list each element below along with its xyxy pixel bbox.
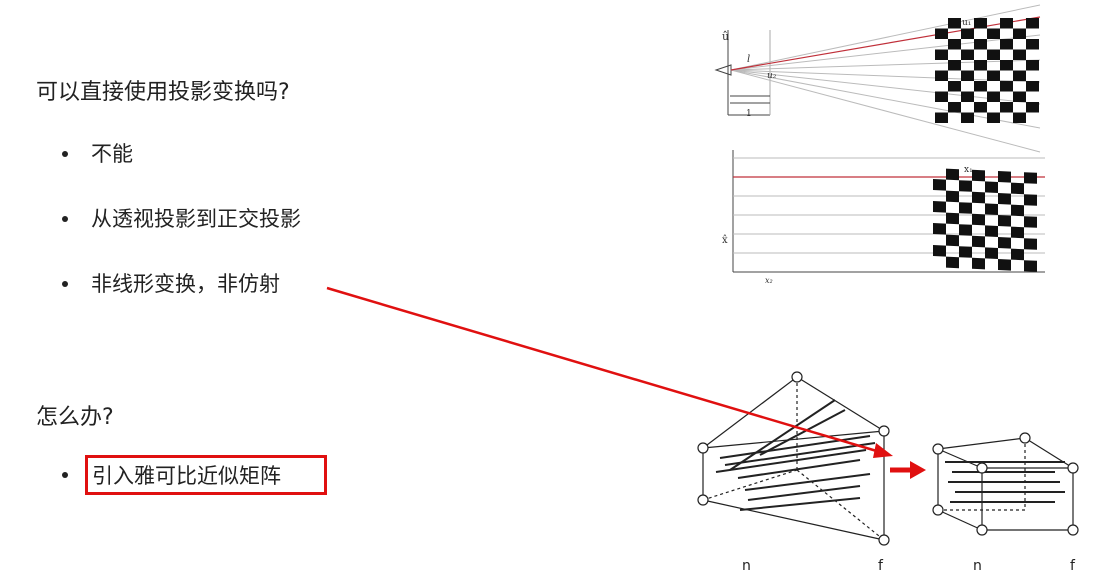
checker-square (1013, 70, 1026, 81)
checker-square (1026, 18, 1039, 29)
checker-square (987, 49, 1000, 60)
checker-square (998, 171, 1011, 183)
checker-square (974, 18, 987, 29)
figures-canvas: û l u₂ 1 u₁ x̂ x₂ x₁ n f n f (326, 4, 1079, 574)
checker-square (998, 237, 1011, 249)
checker-square (959, 202, 972, 214)
far-plane-label: f (1070, 558, 1076, 574)
checker-square (972, 191, 985, 204)
transform-arrow-head (910, 461, 926, 479)
perspective-checkerboard-figure: û l u₂ 1 u₁ (714, 4, 1041, 153)
checker-square (935, 91, 948, 102)
checker-square (1000, 102, 1013, 113)
checker-square (1011, 182, 1024, 195)
checker-square (1011, 248, 1024, 261)
checker-square (987, 28, 1000, 39)
checker-square (972, 213, 985, 226)
x1-label: x₁ (964, 165, 973, 175)
checker-square (961, 49, 974, 60)
checker-square (946, 234, 959, 247)
checker-square (1024, 216, 1037, 228)
checker-square (1000, 39, 1013, 50)
checker-square (935, 70, 948, 81)
u2-label: u₂ (767, 71, 777, 81)
checker-square (974, 81, 987, 92)
checker-square (961, 70, 974, 81)
checker-square (974, 102, 987, 113)
checker-square (948, 60, 961, 71)
checker-square (1013, 91, 1026, 102)
checker-square (1024, 172, 1037, 184)
checker-square (1026, 81, 1039, 92)
checker-square (1026, 60, 1039, 71)
checker-square (1011, 226, 1024, 239)
checker-square (959, 180, 972, 192)
checker-square (985, 203, 998, 215)
checker-square (974, 39, 987, 50)
checker-square (1000, 18, 1013, 29)
checker-square (1013, 112, 1026, 123)
checker-square (933, 245, 946, 257)
checker-square (1013, 49, 1026, 60)
checker-square (985, 181, 998, 193)
checker-square (935, 112, 948, 123)
checker-square (961, 28, 974, 39)
checker-square (985, 247, 998, 259)
checker-square (1026, 102, 1039, 113)
checker-square (961, 112, 974, 123)
checker-square (1000, 81, 1013, 92)
one-label: 1 (746, 109, 752, 119)
checker-square (972, 169, 985, 182)
checker-square (985, 225, 998, 237)
frustum-figure (702, 376, 1074, 541)
checker-square (935, 28, 948, 39)
checker-square (933, 223, 946, 235)
checker-square (998, 259, 1011, 271)
checker-square (972, 257, 985, 270)
u-hat-label: û (722, 30, 729, 43)
checker-square (948, 81, 961, 92)
checker-square (987, 91, 1000, 102)
vertex-circles (697, 371, 1079, 546)
checker-square (959, 224, 972, 236)
checker-square (946, 168, 959, 181)
checker-square (1024, 238, 1037, 250)
checker-square (946, 256, 959, 269)
checker-square (1000, 60, 1013, 71)
x-hat-label: x̂ (722, 235, 728, 246)
l-label: l (747, 54, 750, 65)
checker-square (1026, 39, 1039, 50)
checker-square (987, 70, 1000, 81)
checker-square (961, 91, 974, 102)
checker-square (946, 212, 959, 225)
checker-square (935, 49, 948, 60)
checker-square (998, 193, 1011, 205)
checkerboard-top (935, 18, 1039, 123)
near-plane-label: n (973, 558, 982, 574)
annotation-arrow (326, 286, 881, 454)
orthographic-checkerboard-figure: x̂ x₂ x₁ (722, 150, 1045, 285)
checker-square (946, 190, 959, 203)
checker-square (933, 179, 946, 191)
checker-square (948, 18, 961, 29)
checker-square (998, 215, 1011, 227)
checker-square (959, 246, 972, 258)
annotation-arrow-head (873, 443, 893, 458)
far-plane-label: f (878, 558, 884, 574)
u1-label: u₁ (962, 18, 971, 28)
checker-square (974, 60, 987, 71)
checker-square (1024, 194, 1037, 206)
checker-square (1011, 204, 1024, 217)
x2-label: x₂ (765, 276, 773, 285)
near-plane-label: n (742, 558, 751, 574)
checkerboard-mid (933, 168, 1037, 272)
checker-square (972, 235, 985, 248)
checker-square (987, 112, 1000, 123)
checker-square (948, 102, 961, 113)
checker-square (948, 39, 961, 50)
checker-square (933, 201, 946, 213)
checker-square (1013, 28, 1026, 39)
checker-square (1024, 260, 1037, 272)
